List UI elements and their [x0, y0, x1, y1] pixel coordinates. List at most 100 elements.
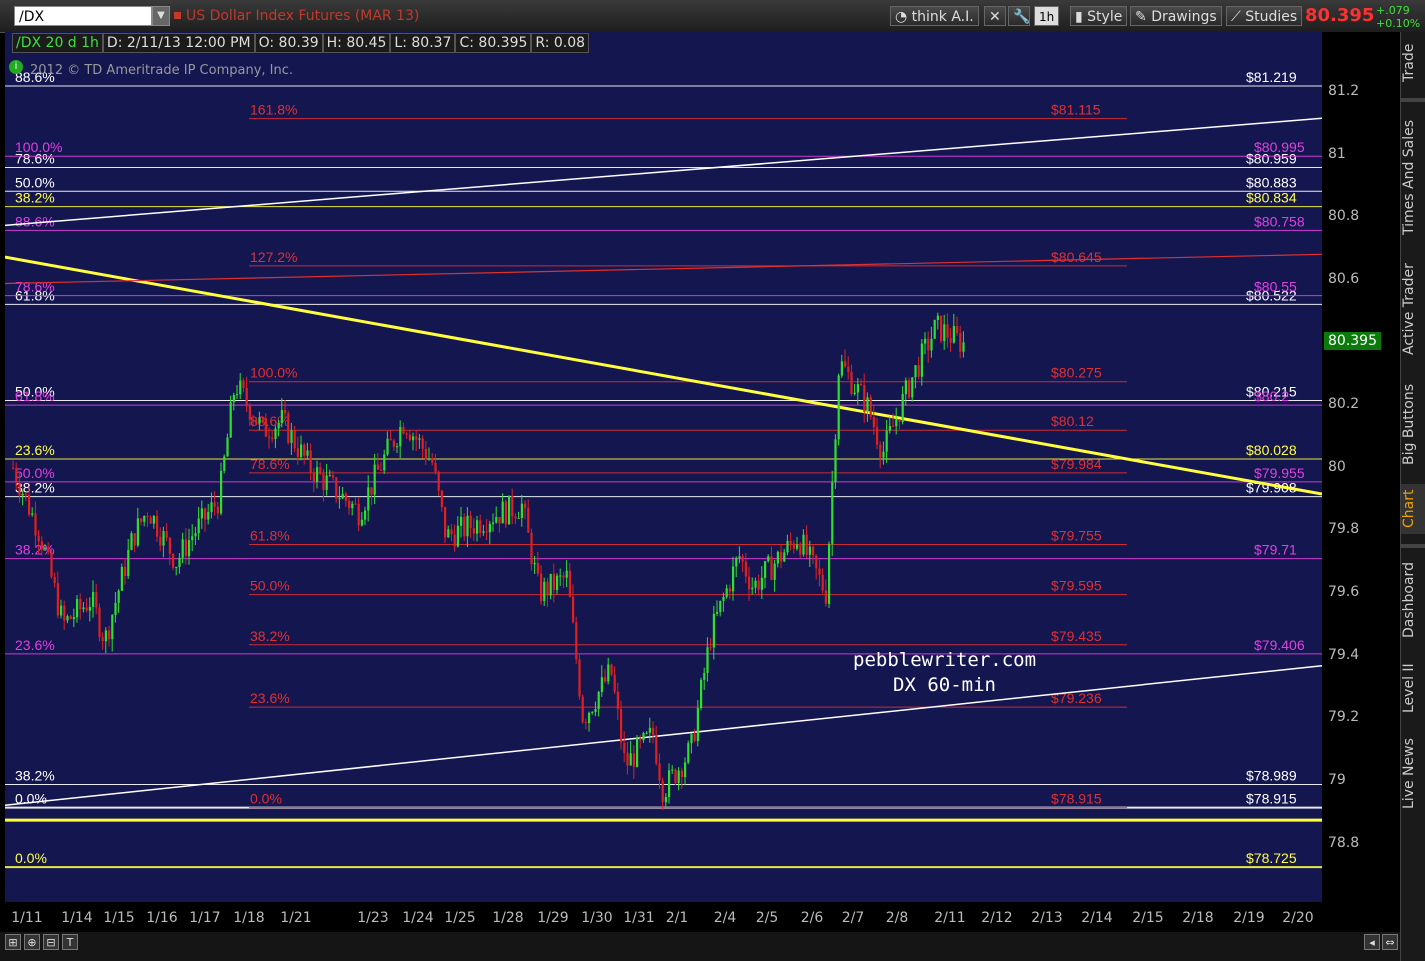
symbol-dropdown-icon[interactable]: ▼: [152, 6, 170, 26]
price-tick: 79.6: [1328, 584, 1360, 601]
tab-times-and-sales[interactable]: Times And Sales: [1401, 112, 1425, 242]
info-icon[interactable]: i: [9, 60, 23, 74]
candle-body: [348, 500, 351, 509]
candle-body: [312, 472, 315, 482]
candle-body: [325, 475, 328, 490]
candle-body: [450, 529, 453, 535]
candle-body: [444, 506, 447, 538]
candle-body: [469, 515, 472, 529]
think-ai-button[interactable]: ◔ think A.I.: [890, 6, 979, 26]
candle-body: [344, 493, 347, 501]
zoom-icon[interactable]: ⊕: [24, 934, 40, 950]
candle-body: [636, 738, 639, 767]
candle-body: [869, 397, 872, 417]
date-tick: 1/24: [402, 910, 434, 926]
candle-body: [485, 531, 488, 533]
candle-body: [664, 797, 667, 803]
candle-body: [431, 458, 434, 463]
expand-icon[interactable]: ⇔: [1382, 934, 1398, 950]
candle-body: [111, 615, 114, 640]
candle-body: [716, 612, 719, 614]
fib-level-label: 100.0%: [250, 365, 297, 381]
tab-chart[interactable]: Chart: [1401, 484, 1425, 534]
candle-body: [735, 557, 738, 567]
candle-body: [69, 616, 72, 620]
candle-body: [751, 587, 754, 590]
candle-body: [719, 600, 722, 613]
candle-body: [149, 517, 152, 524]
candle-body: [786, 540, 789, 553]
candle-body: [684, 762, 687, 778]
tab-level-ii[interactable]: Level II: [1401, 658, 1425, 718]
close-cell: C: 80.395: [455, 33, 532, 53]
fib-level-label: 0.0%: [250, 791, 282, 807]
trendline: [5, 255, 1322, 496]
candle-body: [226, 437, 229, 457]
drawing-tools-icon[interactable]: ⊟: [43, 934, 59, 950]
candle-body: [940, 315, 943, 342]
studies-button[interactable]: ⟋ Studies: [1226, 6, 1303, 26]
candle-body: [741, 556, 744, 562]
candle-body: [588, 712, 591, 724]
candle-body: [796, 544, 799, 549]
candle-body: [85, 607, 88, 611]
fib-level-price: $79.955: [1254, 465, 1305, 481]
candle-body: [565, 570, 568, 578]
net-change: +.079: [1376, 4, 1410, 17]
watermark-site: pebblewriter.com: [853, 649, 1037, 671]
tab-live-news[interactable]: Live News: [1401, 732, 1425, 816]
fib-level-price: $78.725: [1246, 850, 1297, 866]
symbol-input[interactable]: /DX: [14, 6, 152, 26]
candle-body: [191, 536, 194, 541]
candle-body: [232, 395, 235, 403]
candle-body: [197, 518, 200, 534]
candle-body: [860, 384, 863, 386]
candle-body: [392, 440, 395, 447]
candle-body: [876, 427, 879, 445]
candle-body: [60, 605, 63, 616]
fib-level-label: 61.8%: [250, 528, 290, 544]
date-tick: 2/11: [934, 910, 966, 926]
tab-dashboard[interactable]: Dashboard: [1401, 556, 1425, 644]
tab-big-buttons[interactable]: Big Buttons: [1401, 376, 1425, 472]
candle-body: [764, 561, 767, 578]
price-axis: [1322, 32, 1400, 932]
price-chart[interactable]: 88.6% $81.219 78.6% $80.959 50.0% $80.883 61.8…: [5, 32, 1322, 902]
candle-body: [520, 503, 523, 519]
drawings-button[interactable]: ✎ Drawings: [1130, 6, 1222, 26]
style-button[interactable]: ▮ Style: [1070, 6, 1128, 26]
candle-body: [223, 456, 226, 471]
candle-body: [476, 520, 479, 534]
candle-body: [924, 338, 927, 344]
candle-body: [645, 732, 648, 734]
grid-icon[interactable]: ⊞: [5, 934, 21, 950]
text-tool-icon[interactable]: T: [62, 934, 78, 950]
scroll-left-icon[interactable]: ◂: [1364, 934, 1380, 950]
candle-body: [626, 752, 629, 766]
candle-body: [879, 444, 882, 458]
candle-body: [63, 605, 66, 621]
tab-active-trader[interactable]: Active Trader: [1401, 256, 1425, 362]
candle-body: [335, 477, 338, 499]
candle-body: [575, 622, 578, 660]
candle-body: [920, 343, 923, 377]
candle-body: [773, 563, 776, 580]
candle-body: [303, 444, 306, 456]
tab-trade[interactable]: Trade: [1401, 38, 1425, 88]
candle-body: [108, 630, 111, 640]
candle-body: [447, 529, 450, 538]
candle-body: [488, 523, 491, 533]
candle-body: [652, 727, 655, 735]
candle-body: [34, 513, 37, 536]
tools-button[interactable]: ✕: [984, 6, 1006, 26]
candle-body: [274, 428, 277, 439]
candle-body: [271, 437, 274, 439]
candle-body: [530, 532, 533, 565]
interval-button[interactable]: 1h: [1034, 6, 1060, 26]
candle-body: [463, 516, 466, 537]
candle-body: [184, 539, 187, 557]
candle-body: [332, 475, 335, 478]
wrench-button[interactable]: 🔧: [1008, 6, 1030, 26]
candle-body: [156, 516, 159, 537]
candle-body: [277, 422, 280, 429]
